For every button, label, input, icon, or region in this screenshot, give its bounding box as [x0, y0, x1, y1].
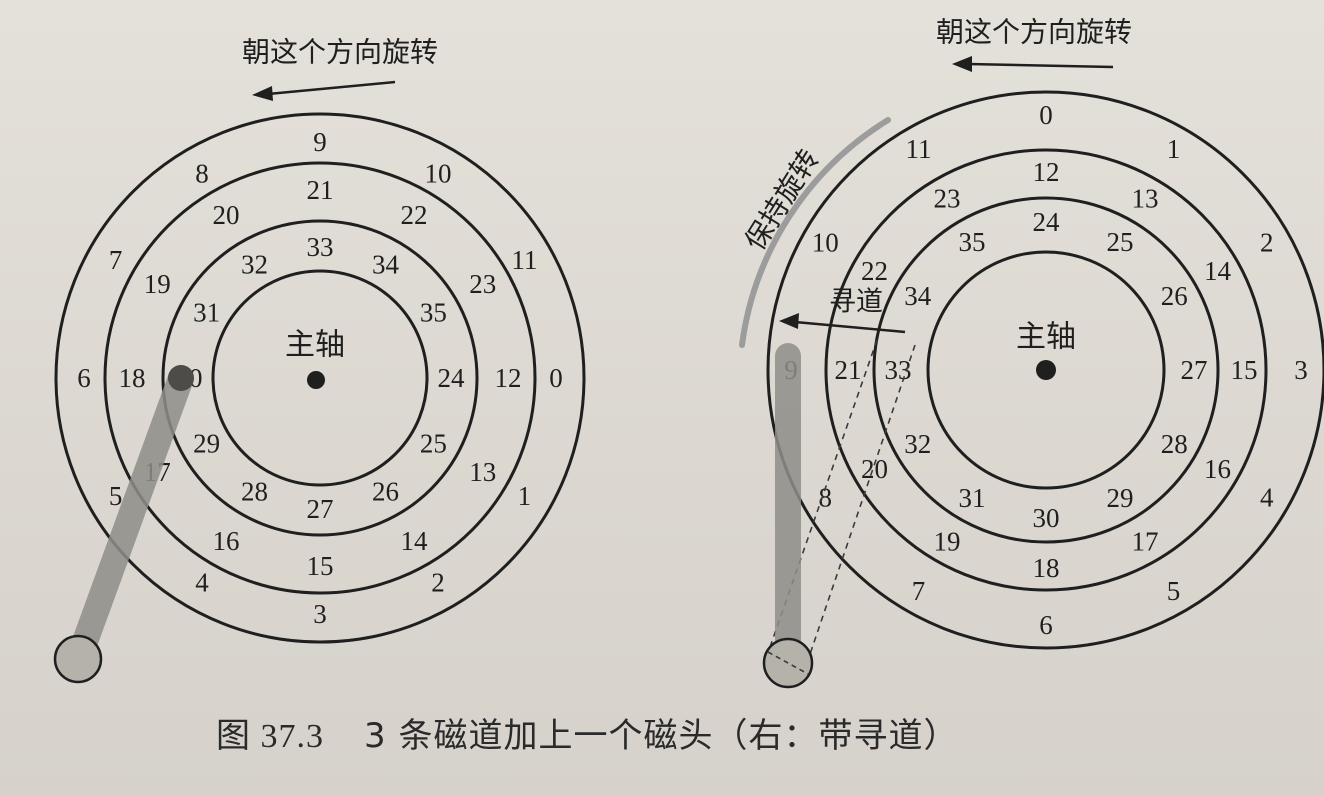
- figure-caption-text: 3 条磁道加上一个磁头（右：带寻道）: [364, 716, 959, 756]
- spindle-label: 主轴: [1016, 320, 1076, 355]
- sector-label-10: 10: [425, 159, 452, 189]
- sector-label-0: 0: [549, 363, 563, 393]
- sector-label-28: 28: [1161, 429, 1188, 459]
- rotation-arrow-shaft: [967, 62, 1114, 69]
- disk-head: [168, 365, 194, 391]
- sector-label-3: 3: [313, 599, 327, 629]
- sector-label-17: 17: [1132, 527, 1159, 557]
- rotation-label: 朝这个方向旋转: [242, 36, 438, 69]
- sector-label-21: 21: [307, 175, 334, 205]
- sector-label-13: 13: [469, 457, 496, 487]
- sector-label-0: 0: [1039, 100, 1053, 130]
- sector-label-7: 7: [912, 576, 926, 606]
- sector-label-34: 34: [904, 281, 932, 311]
- sector-label-24: 24: [1033, 207, 1061, 237]
- sector-label-14: 14: [401, 526, 429, 556]
- rotation-arrowhead: [252, 86, 273, 101]
- arm-pivot: [53, 634, 103, 684]
- sector-label-20: 20: [861, 454, 888, 484]
- sector-label-15: 15: [307, 551, 334, 581]
- sector-label-23: 23: [469, 269, 496, 299]
- sector-label-8: 8: [195, 159, 209, 189]
- sector-label-20: 20: [213, 200, 240, 230]
- sector-label-15: 15: [1231, 355, 1258, 385]
- sector-label-9: 9: [313, 127, 327, 157]
- sector-label-25: 25: [420, 429, 447, 459]
- sector-label-31: 31: [193, 298, 220, 328]
- sector-label-16: 16: [1204, 454, 1231, 484]
- sector-label-27: 27: [1181, 355, 1208, 385]
- sector-label-1: 1: [1167, 134, 1181, 164]
- sector-label-10: 10: [812, 228, 839, 258]
- textbook-page: 主轴01234567891011121314151617181920212223…: [0, 0, 1324, 795]
- sector-label-6: 6: [77, 363, 91, 393]
- sector-label-31: 31: [959, 483, 986, 513]
- figure-number: 37.3: [260, 718, 324, 755]
- rotation-label: 朝这个方向旋转: [936, 16, 1132, 49]
- sector-label-4: 4: [1260, 483, 1274, 513]
- sector-label-35: 35: [420, 298, 447, 328]
- sector-label-7: 7: [109, 245, 123, 275]
- sector-label-12: 12: [1033, 157, 1060, 187]
- sector-label-3: 3: [1294, 355, 1308, 385]
- sector-label-2: 2: [431, 567, 445, 597]
- head-arm: [66, 365, 194, 671]
- sector-label-26: 26: [372, 476, 399, 506]
- sector-label-28: 28: [241, 476, 268, 506]
- figure-word: 图: [216, 716, 251, 756]
- left-disk-diagram: 主轴01234567891011121314151617181920212223…: [53, 36, 586, 684]
- sector-label-12: 12: [495, 363, 522, 393]
- sector-label-19: 19: [144, 269, 171, 299]
- sector-label-24: 24: [438, 363, 466, 393]
- sector-label-29: 29: [1107, 483, 1134, 513]
- spindle-dot: [307, 371, 325, 389]
- sector-label-25: 25: [1107, 227, 1134, 257]
- sector-label-33: 33: [885, 355, 912, 385]
- sector-label-35: 35: [959, 227, 986, 257]
- sector-label-33: 33: [307, 232, 334, 262]
- sector-label-5: 5: [1167, 576, 1181, 606]
- sector-label-23: 23: [934, 184, 961, 214]
- sector-label-26: 26: [1161, 281, 1188, 311]
- sector-label-16: 16: [213, 526, 240, 556]
- right-disk-diagram: 主轴01234567891011121314151617181920212223…: [738, 16, 1324, 689]
- sector-label-14: 14: [1204, 256, 1232, 286]
- seek-label: 寻道: [829, 287, 883, 318]
- sector-label-21: 21: [835, 355, 862, 385]
- sector-label-22: 22: [861, 256, 888, 286]
- sector-label-32: 32: [241, 250, 268, 280]
- sector-label-1: 1: [518, 481, 532, 511]
- disk-tracks-figure: 主轴01234567891011121314151617181920212223…: [53, 16, 1324, 689]
- sector-label-6: 6: [1039, 610, 1053, 640]
- sector-label-18: 18: [119, 363, 146, 393]
- sector-label-2: 2: [1260, 228, 1274, 258]
- rotation-arrowhead: [952, 56, 972, 72]
- seek-arrowhead: [779, 313, 799, 329]
- sector-label-13: 13: [1132, 184, 1159, 214]
- sector-label-30: 30: [1033, 503, 1060, 533]
- sector-label-19: 19: [934, 527, 961, 557]
- figure-caption: 图 37.3 3 条磁道加上一个磁头（右：带寻道）: [216, 708, 958, 757]
- seek-arrow-shaft: [794, 320, 906, 334]
- sector-label-27: 27: [307, 494, 334, 524]
- sector-label-22: 22: [401, 200, 428, 230]
- sector-label-32: 32: [904, 429, 931, 459]
- spindle-dot: [1036, 360, 1056, 380]
- sector-label-4: 4: [195, 567, 209, 597]
- spindle-label: 主轴: [285, 328, 345, 363]
- sector-label-5: 5: [109, 481, 123, 511]
- sector-label-11: 11: [511, 245, 537, 275]
- sector-label-34: 34: [372, 250, 400, 280]
- sector-label-29: 29: [193, 429, 220, 459]
- sector-label-18: 18: [1033, 553, 1060, 583]
- sector-label-11: 11: [906, 134, 932, 164]
- rotation-arrow-shaft: [267, 80, 396, 96]
